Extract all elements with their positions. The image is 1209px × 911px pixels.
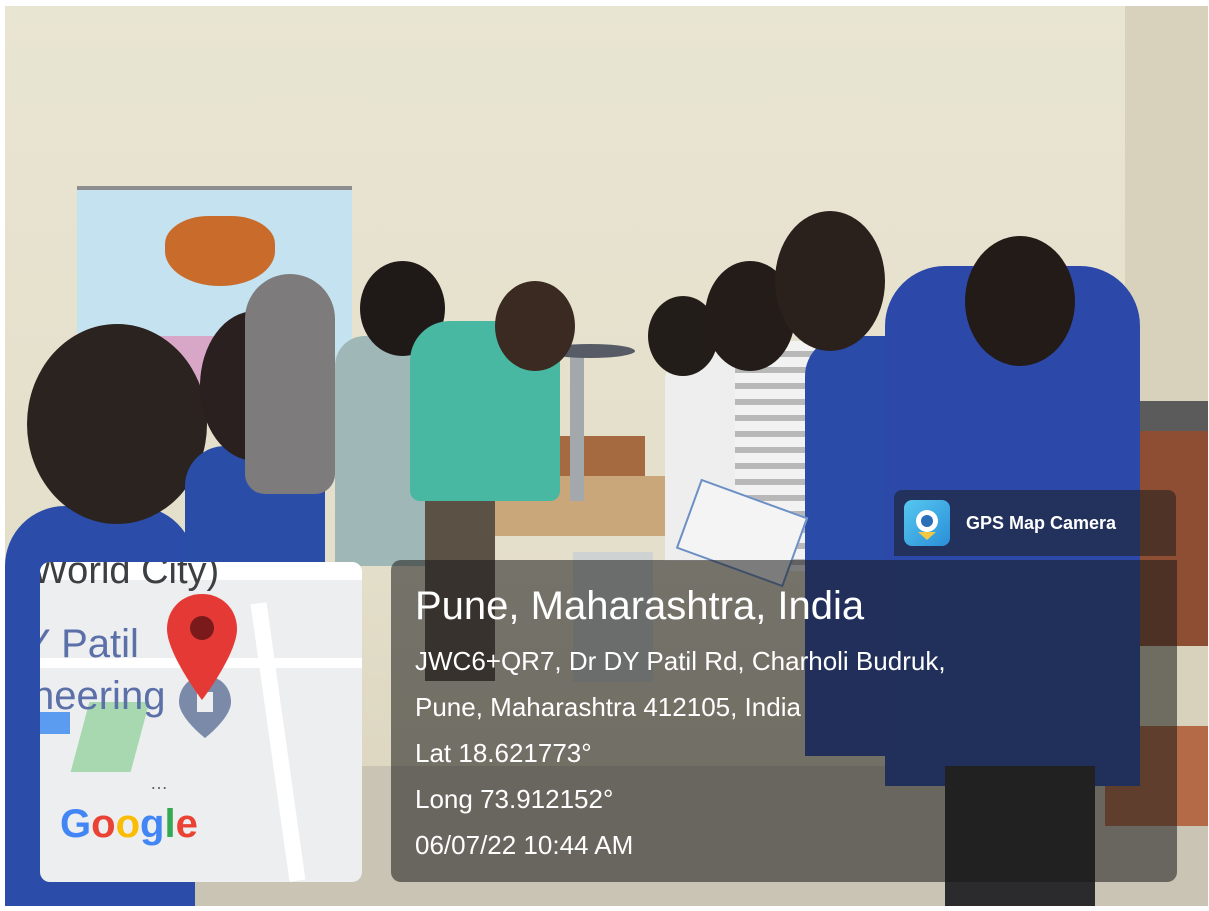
google-logo-letter: o	[115, 802, 140, 846]
google-logo-letter: l	[164, 802, 176, 846]
person-right-2-head	[965, 236, 1075, 366]
address-line-1: JWC6+QR7, Dr DY Patil Rd, Charholi Budru…	[415, 646, 946, 676]
person-hijab	[245, 274, 335, 494]
google-logo: Google	[60, 802, 198, 847]
address-line-2: Pune, Maharashtra 412105, India	[415, 692, 801, 722]
datetime: 06/07/22 10:44 AM	[415, 830, 634, 860]
map-label-patil: Y Patil	[40, 622, 139, 666]
google-logo-letter: g	[140, 802, 165, 846]
apparatus-stand	[570, 351, 584, 501]
person-left-1-head	[27, 324, 207, 524]
google-logo-letter: o	[91, 802, 116, 846]
location-pin-icon	[165, 592, 239, 702]
map-dots: …	[150, 773, 168, 793]
banner-emblem	[165, 216, 275, 286]
map-thumbnail: World City) Y Patil neering … Google	[40, 562, 362, 882]
gps-map-camera-badge: GPS Map Camera	[894, 490, 1176, 556]
badge-label: GPS Map Camera	[966, 512, 1117, 533]
map-label-top: World City)	[40, 562, 220, 592]
longitude: Long 73.912152°	[415, 784, 614, 814]
person-right-1-head	[775, 211, 885, 351]
latitude: Lat 18.621773°	[415, 738, 592, 768]
location-city: Pune, Maharashtra, India	[415, 584, 865, 628]
map-label-engineering: neering	[40, 674, 166, 718]
map-road	[250, 602, 306, 882]
photo-frame: GPS Map Camera Pune, Maharashtra, India …	[0, 0, 1209, 911]
gps-map-camera-icon	[904, 500, 950, 546]
google-logo-letter: G	[60, 802, 92, 846]
teacher-head	[495, 281, 575, 371]
location-info-panel: Pune, Maharashtra, India JWC6+QR7, Dr DY…	[391, 560, 1177, 882]
google-logo-letter: e	[175, 802, 198, 846]
